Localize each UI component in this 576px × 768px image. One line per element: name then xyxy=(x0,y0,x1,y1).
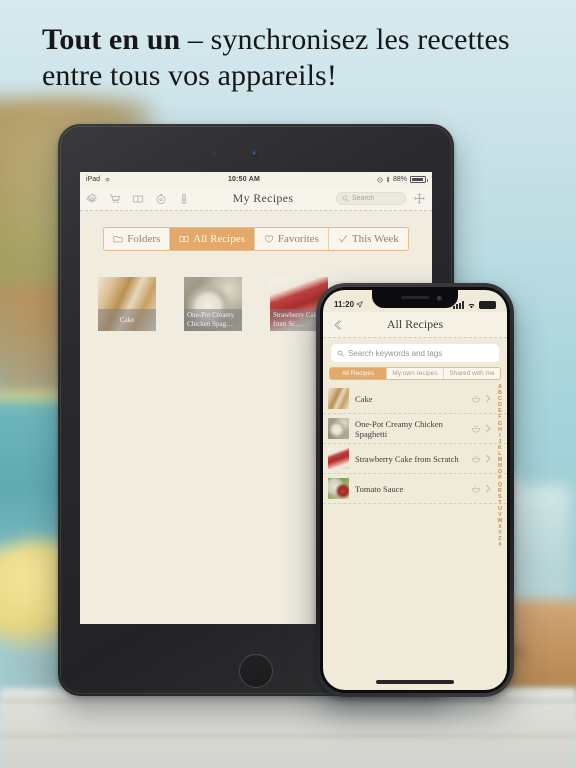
ipad-device-label: iPad xyxy=(86,176,101,183)
search-placeholder: Search keywords and tags xyxy=(348,348,443,358)
list-item-title: Cake xyxy=(355,393,373,404)
chevron-right-icon xyxy=(485,454,491,463)
list-item[interactable]: Cake xyxy=(323,384,507,414)
list-item-title: One-Pot Creamy Chicken Spaghetti xyxy=(355,418,443,439)
iphone-segmented-control: All Recipes My own recipes Shared with m… xyxy=(329,367,501,380)
alphabet-index[interactable]: A B C D E F G H I J K L M N O P Q R S T U V W X Y Z # xyxy=(495,384,505,549)
ipad-battery-percent: 88% xyxy=(392,176,407,183)
page-title: Tout en un – synchronisez les recettes e… xyxy=(0,22,576,94)
list-item[interactable]: Strawberry Cake from Scratch xyxy=(323,444,507,474)
bowl-icon xyxy=(472,395,480,403)
ipad-segment-favorites-label: Favorites xyxy=(277,233,319,245)
folder-icon xyxy=(113,236,123,243)
background-table-seam-2 xyxy=(0,735,576,737)
list-item-title: Tomato Sauce xyxy=(355,483,404,494)
ipad-recipe-card[interactable]: Cake xyxy=(98,277,156,331)
ipad-clock: 10:50 AM xyxy=(227,176,261,183)
list-item-title: Strawberry Cake from Scratch xyxy=(355,453,459,464)
back-chevron-icon[interactable] xyxy=(332,319,344,331)
battery-icon xyxy=(410,176,428,183)
headline-strong: Tout en un xyxy=(42,23,181,56)
home-indicator xyxy=(376,680,454,684)
location-arrow-icon xyxy=(356,301,363,308)
iphone-front-camera xyxy=(437,296,442,301)
gear-icon[interactable] xyxy=(86,193,98,205)
iphone-search-bar: Search keywords and tags xyxy=(323,338,507,367)
ipad-segmented-control-wrap: Folders All Recipes Favorites This Week xyxy=(80,211,432,251)
ipad-segment-all-recipes[interactable]: All Recipes xyxy=(170,228,255,250)
menu-planner-icon[interactable] xyxy=(132,193,144,205)
ipad-search-placeholder: Search xyxy=(352,195,375,202)
pasta-photo xyxy=(328,418,349,439)
list-item[interactable]: One-Pot Creamy Chicken Spaghetti xyxy=(323,414,507,444)
ipad-recipe-card[interactable]: One-Pot Creamy Chicken Spag… xyxy=(184,277,242,331)
ipad-search-field[interactable]: Search xyxy=(336,192,406,205)
ipad-segment-this-week-label: This Week xyxy=(351,233,399,245)
cake-photo xyxy=(328,388,349,409)
iphone-nav-title: All Recipes xyxy=(386,317,444,331)
chevron-right-icon xyxy=(485,424,491,433)
wifi-icon xyxy=(468,303,475,308)
ipad-ambient-sensor xyxy=(212,152,216,156)
ipad-segment-all-recipes-label: All Recipes xyxy=(193,233,245,245)
alphabet-index-letter[interactable]: # xyxy=(498,542,501,548)
battery-icon xyxy=(479,301,496,309)
search-input[interactable]: Search keywords and tags xyxy=(331,344,499,362)
list-item-icons xyxy=(471,484,491,493)
ipad-segment-this-week[interactable]: This Week xyxy=(329,228,408,250)
iphone-recipe-list: Cake One-Pot Creamy Chicken Spaghetti St… xyxy=(323,384,507,548)
ipad-status-right: 88% xyxy=(377,176,428,183)
thermometer-icon[interactable] xyxy=(178,193,190,205)
ipad-segment-folders[interactable]: Folders xyxy=(104,228,171,250)
timer-icon[interactable] xyxy=(155,193,167,205)
ipad-toolbar-icons xyxy=(86,193,190,205)
strawberry-cake-photo xyxy=(328,448,349,469)
ipad-segment-favorites[interactable]: Favorites xyxy=(255,228,329,250)
bowl-icon xyxy=(472,455,480,463)
wifi-icon xyxy=(105,178,110,182)
heart-icon xyxy=(264,235,273,243)
list-item-icons xyxy=(471,424,491,433)
search-icon xyxy=(337,350,344,357)
earpiece-speaker xyxy=(401,296,429,299)
iphone-clock: 11:20 xyxy=(334,300,355,309)
list-item[interactable]: Tomato Sauce xyxy=(323,474,507,504)
bowl-icon xyxy=(472,485,480,493)
ipad-front-camera xyxy=(251,150,258,157)
ipad-segmented-control: Folders All Recipes Favorites This Week xyxy=(103,227,409,251)
ipad-segment-folders-label: Folders xyxy=(127,233,161,245)
checkmark-icon xyxy=(338,235,347,243)
chevron-right-icon xyxy=(485,484,491,493)
iphone-notch xyxy=(372,290,458,308)
tomato-sauce-photo xyxy=(328,478,349,499)
iphone-segment-my-own-recipes[interactable]: My own recipes xyxy=(387,368,444,379)
plus-icon[interactable] xyxy=(413,192,426,205)
bowl-icon xyxy=(472,425,480,433)
chevron-right-icon xyxy=(485,394,491,403)
background-table-seam-1 xyxy=(0,700,576,702)
iphone-device: 11:20 All Recipes Search keywords and ta… xyxy=(316,283,514,697)
ipad-status-bar: iPad 10:50 AM 88% xyxy=(80,172,432,187)
cards-icon xyxy=(179,236,189,242)
ipad-recipe-card-title: Cake xyxy=(98,309,156,331)
list-item-icons xyxy=(471,394,491,403)
rotation-lock-icon xyxy=(377,176,383,183)
ipad-home-button[interactable] xyxy=(239,654,273,688)
list-item-icons xyxy=(471,454,491,463)
bluetooth-icon xyxy=(386,176,390,183)
iphone-screen: 11:20 All Recipes Search keywords and ta… xyxy=(323,290,507,690)
ipad-status-left: iPad xyxy=(86,176,111,183)
iphone-nav-bar: All Recipes xyxy=(323,312,507,338)
iphone-segment-shared-with-me[interactable]: Shared with me xyxy=(444,368,500,379)
search-icon xyxy=(342,195,349,202)
ipad-toolbar: My Recipes Search xyxy=(80,187,432,211)
ipad-recipe-card-title: One-Pot Creamy Chicken Spag… xyxy=(184,309,242,331)
iphone-status-right xyxy=(453,301,496,309)
shopping-cart-icon[interactable] xyxy=(109,193,121,205)
ipad-screen-title: My Recipes xyxy=(232,191,294,205)
iphone-segment-all-recipes[interactable]: All Recipes xyxy=(330,368,387,379)
